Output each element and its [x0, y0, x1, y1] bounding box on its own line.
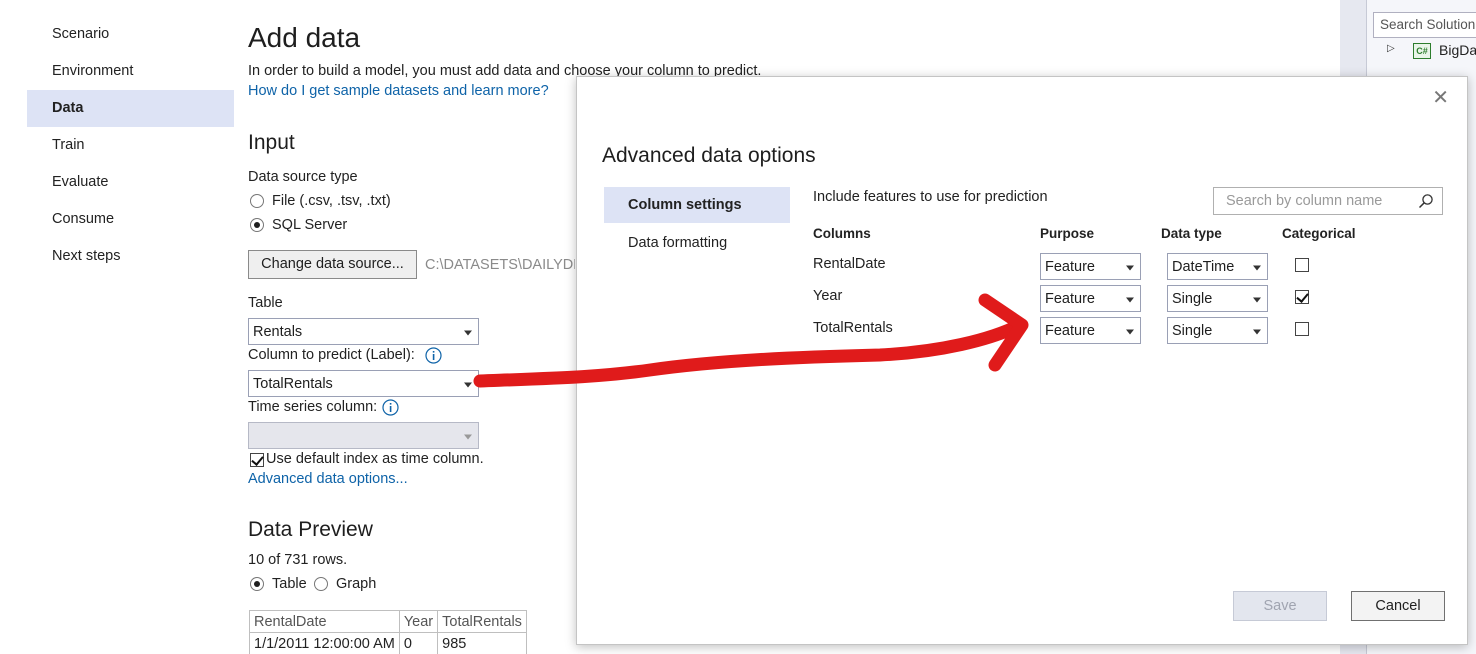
time-series-select[interactable]	[248, 422, 479, 449]
info-icon[interactable]	[382, 399, 399, 416]
chevron-down-icon	[464, 434, 472, 439]
purpose-header: Purpose	[1040, 226, 1095, 241]
column-search-placeholder: Search by column name	[1226, 193, 1383, 209]
table-cell: 985	[437, 632, 527, 654]
purpose-select-value: Feature	[1045, 258, 1095, 275]
purpose-select[interactable]: Feature	[1040, 285, 1141, 312]
info-icon[interactable]	[425, 347, 442, 364]
tab-data-formatting[interactable]: Data formatting	[604, 225, 790, 261]
column-search-input[interactable]: Search by column name	[1213, 187, 1443, 215]
save-button[interactable]: Save	[1233, 591, 1327, 621]
data-type-select[interactable]: DateTime	[1167, 253, 1268, 280]
change-data-source-button[interactable]: Change data source...	[248, 250, 417, 279]
data-type-select-value: DateTime	[1172, 258, 1235, 275]
nav-item-consume[interactable]: Consume	[27, 201, 234, 238]
sample-datasets-link[interactable]: How do I get sample datasets and learn m…	[248, 83, 549, 99]
nav-item-train[interactable]: Train	[27, 127, 234, 164]
categorical-checkbox[interactable]	[1295, 290, 1309, 304]
nav-item-environment[interactable]: Environment	[27, 53, 234, 90]
data-type-select[interactable]: Single	[1167, 285, 1268, 312]
column-name: TotalRentals	[813, 320, 893, 336]
data-type-select[interactable]: Single	[1167, 317, 1268, 344]
chevron-down-icon	[1126, 265, 1134, 270]
label-column-select[interactable]: TotalRentals	[248, 370, 479, 397]
column-name: Year	[813, 288, 843, 304]
table-select-value: Rentals	[253, 323, 303, 340]
categorical-header: Categorical	[1282, 226, 1356, 241]
label-column-label: Column to predict (Label):	[248, 347, 415, 363]
table-header-cell: RentalDate	[249, 610, 400, 633]
radio-file-label[interactable]: File (.csv, .tsv, .txt)	[272, 193, 391, 209]
radio-file[interactable]	[250, 194, 264, 208]
radio-view-table[interactable]	[250, 577, 264, 591]
chevron-down-icon	[1253, 265, 1261, 270]
data-source-type-label: Data source type	[248, 169, 358, 185]
radio-sql-server[interactable]	[250, 218, 264, 232]
nav-item-evaluate[interactable]: Evaluate	[27, 164, 234, 201]
data-preview-table: RentalDate Year TotalRentals 1/1/2011 12…	[249, 610, 527, 654]
radio-sql-server-label[interactable]: SQL Server	[272, 217, 347, 233]
chevron-down-icon	[1126, 329, 1134, 334]
radio-view-table-label[interactable]: Table	[272, 576, 307, 592]
row-count: 10 of 731 rows.	[248, 552, 348, 568]
table-select[interactable]: Rentals	[248, 318, 479, 345]
data-type-header: Data type	[1161, 226, 1222, 241]
input-heading: Input	[248, 131, 295, 154]
time-series-label: Time series column:	[248, 399, 378, 415]
search-icon[interactable]	[1418, 193, 1434, 209]
advanced-data-options-link[interactable]: Advanced data options...	[248, 471, 408, 487]
chevron-down-icon	[1253, 297, 1261, 302]
expand-arrow-icon[interactable]: ▷	[1387, 43, 1395, 54]
column-name: RentalDate	[813, 256, 886, 272]
advanced-data-options-dialog: ✕ Advanced data options Column settings …	[576, 76, 1468, 645]
table-cell: 0	[398, 632, 439, 654]
purpose-select-value: Feature	[1045, 290, 1095, 307]
chevron-down-icon	[464, 330, 472, 335]
table-row: 1/1/2011 12:00:00 AM 0 985	[249, 632, 527, 654]
data-source-path: C:\DATASETS\DAILYDE	[425, 257, 575, 273]
chevron-down-icon	[1126, 297, 1134, 302]
solution-search-input[interactable]: Search Solution	[1373, 12, 1476, 38]
close-icon[interactable]: ✕	[1432, 85, 1449, 110]
page-title: Add data	[248, 22, 361, 53]
table-header-row: RentalDate Year TotalRentals	[249, 610, 527, 633]
table-cell: 1/1/2011 12:00:00 AM	[249, 632, 400, 654]
include-features-text: Include features to use for prediction	[813, 189, 1048, 205]
data-type-select-value: Single	[1172, 290, 1213, 307]
data-preview-heading: Data Preview	[248, 518, 373, 541]
table-header-cell: Year	[398, 610, 439, 633]
default-index-label[interactable]: Use default index as time column.	[266, 451, 484, 467]
chevron-down-icon	[1253, 329, 1261, 334]
solution-item[interactable]: BigDa	[1439, 42, 1476, 58]
cancel-button[interactable]: Cancel	[1351, 591, 1445, 621]
solution-search-placeholder: Search Solution	[1380, 17, 1476, 32]
categorical-checkbox[interactable]	[1295, 258, 1309, 272]
nav-item-next-steps[interactable]: Next steps	[27, 238, 234, 275]
purpose-select-value: Feature	[1045, 322, 1095, 339]
radio-view-graph-label[interactable]: Graph	[336, 576, 376, 592]
table-header-cell: TotalRentals	[437, 610, 527, 633]
columns-header: Columns	[813, 226, 871, 241]
nav-item-data[interactable]: Data	[27, 90, 234, 127]
csharp-project-icon: C#	[1413, 43, 1431, 59]
chevron-down-icon	[464, 382, 472, 387]
data-type-select-value: Single	[1172, 322, 1213, 339]
table-label: Table	[248, 295, 283, 311]
tab-column-settings[interactable]: Column settings	[604, 187, 790, 223]
categorical-checkbox[interactable]	[1295, 322, 1309, 336]
purpose-select[interactable]: Feature	[1040, 317, 1141, 344]
label-column-select-value: TotalRentals	[253, 375, 333, 392]
dialog-title: Advanced data options	[602, 144, 816, 167]
radio-view-graph[interactable]	[314, 577, 328, 591]
nav-item-scenario[interactable]: Scenario	[27, 16, 234, 53]
purpose-select[interactable]: Feature	[1040, 253, 1141, 280]
default-index-checkbox[interactable]	[250, 453, 264, 467]
